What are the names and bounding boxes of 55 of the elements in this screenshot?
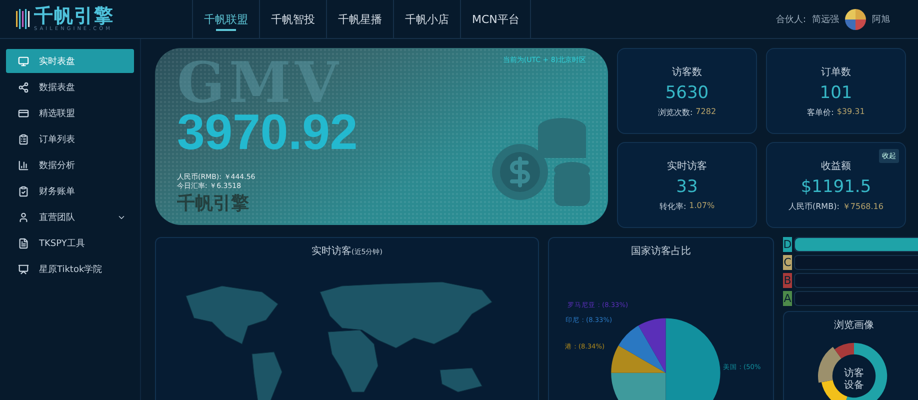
grade-letter: B bbox=[783, 273, 792, 288]
stat-value: 5630 bbox=[665, 82, 709, 102]
sidebar-item[interactable]: 精选联盟 bbox=[6, 101, 134, 125]
sidebar-item[interactable]: 直营团队 bbox=[6, 205, 134, 229]
stat-sub-label: 客单价: bbox=[807, 106, 834, 118]
stat-sub-value: ￥7568.16 bbox=[842, 200, 884, 212]
stat-value: 33 bbox=[676, 176, 698, 196]
presentation-board-icon bbox=[18, 264, 29, 274]
bar-chart-icon bbox=[18, 160, 29, 170]
monitor-icon bbox=[18, 56, 29, 66]
user-icon bbox=[18, 212, 29, 222]
stat-sub-label: 转化率: bbox=[659, 200, 686, 212]
clipboard-check-icon bbox=[18, 186, 29, 196]
stat-title: 收益额 bbox=[821, 160, 851, 172]
ghost-brand-text: 千帆引擎 bbox=[177, 192, 249, 215]
nav-tab[interactable]: 千帆联盟 bbox=[192, 0, 259, 38]
nav-tab[interactable]: 千帆星播 bbox=[326, 0, 393, 38]
partner-name: 简远强 bbox=[812, 14, 839, 26]
stat-title: 访客数 bbox=[672, 66, 702, 78]
nav-tab[interactable]: 千帆小店 bbox=[393, 0, 460, 38]
nav-tab[interactable]: 千帆智投 bbox=[259, 0, 326, 38]
nav-tab[interactable]: MCN平台 bbox=[460, 0, 532, 38]
avatar[interactable] bbox=[845, 8, 866, 30]
stat-value: $1191.5 bbox=[800, 176, 872, 196]
sidebar-item[interactable]: 数据表盘 bbox=[6, 75, 134, 99]
stat-sub-value: 1.07% bbox=[689, 200, 715, 212]
panel-title: 浏览画像 bbox=[834, 318, 874, 332]
stat-title: 订单数 bbox=[821, 66, 851, 78]
sidebar-item[interactable]: 数据分析 bbox=[6, 153, 134, 177]
partner-label: 合伙人: bbox=[776, 14, 806, 26]
sidebar-item[interactable]: 财务账单 bbox=[6, 179, 134, 203]
gmv-value: 3970.92 bbox=[177, 108, 359, 156]
stat-sub-label: 浏览次数: bbox=[658, 106, 693, 118]
donut-center-text: 访客 bbox=[844, 368, 864, 380]
grade-letter: C bbox=[783, 255, 792, 270]
card-icon bbox=[18, 108, 29, 118]
stat-sub-value: $39.31 bbox=[836, 106, 865, 118]
grade-letter: D bbox=[783, 237, 792, 252]
share-icon bbox=[18, 82, 29, 92]
donut-center-text: 设备 bbox=[844, 380, 864, 392]
clipboard-icon bbox=[18, 134, 29, 144]
logo-title: 千帆引擎 bbox=[34, 6, 114, 26]
panel-title: 实时访客 bbox=[312, 244, 352, 258]
grade-letter: A bbox=[783, 291, 792, 306]
sidebar-item[interactable]: 星原Tiktok学院 bbox=[6, 257, 134, 281]
sidebar-item[interactable]: 订单列表 bbox=[6, 127, 134, 151]
logo-icon bbox=[16, 8, 30, 30]
panel-title: 国家访客占比 bbox=[631, 244, 691, 258]
stat-sub-value: 7282 bbox=[696, 106, 716, 118]
user-name[interactable]: 阿旭 bbox=[872, 12, 890, 26]
stat-sub-label: 人民币(RMB): bbox=[788, 200, 840, 212]
sidebar-item[interactable]: TKSPY工具 bbox=[6, 231, 134, 255]
stat-title: 实时访客 bbox=[667, 160, 707, 172]
stat-value: 101 bbox=[820, 82, 852, 102]
document-icon bbox=[18, 238, 29, 248]
